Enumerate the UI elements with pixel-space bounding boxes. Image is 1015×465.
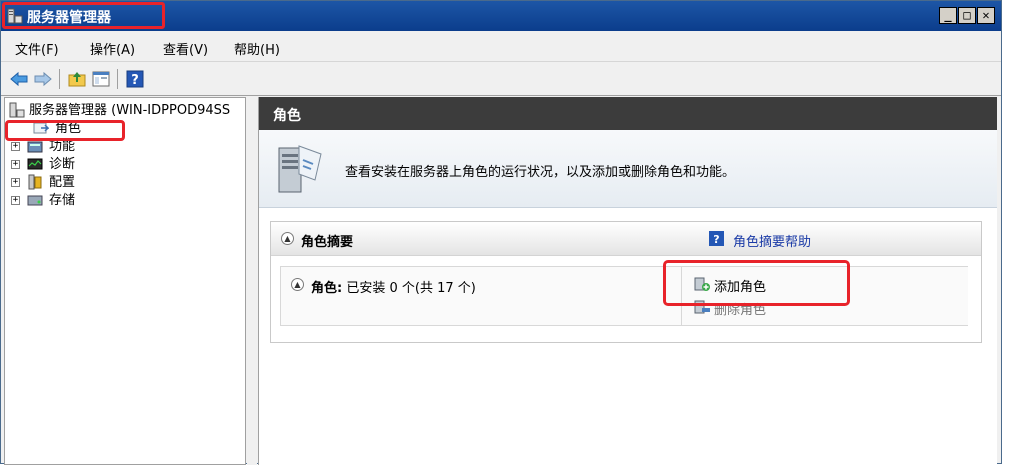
roles-highlight-box xyxy=(5,120,125,141)
tree-root-label: 服务器管理器 (WIN-IDPPOD94SS xyxy=(29,103,231,118)
expand-icon[interactable]: + xyxy=(11,142,20,151)
roles-summary-help-link[interactable]: 角色摘要帮助 xyxy=(733,231,811,250)
expand-icon[interactable]: + xyxy=(11,160,20,169)
storage-icon xyxy=(27,195,43,206)
intro-description: 查看安装在服务器上角色的运行状况，以及添加或删除角色和功能。 xyxy=(345,165,736,180)
roles-subsection: ▲ 角色: 已安装 0 个(共 17 个) 添加角色 删除角色 xyxy=(280,266,968,326)
svg-text:?: ? xyxy=(131,73,139,88)
roles-label: 角色: xyxy=(311,281,343,296)
expand-icon[interactable]: + xyxy=(11,178,20,187)
intro-banner: 查看安装在服务器上角色的运行状况，以及添加或删除角色和功能。 xyxy=(259,130,997,208)
show-hide-console-tree-icon[interactable] xyxy=(91,69,111,89)
menu-action[interactable]: 操作(A) xyxy=(90,39,135,58)
tree-item-label: 配置 xyxy=(49,175,76,190)
diagnostics-icon xyxy=(27,158,43,170)
content-title: 角色 xyxy=(273,108,301,124)
tree-item-label: 诊断 xyxy=(49,157,76,172)
content-pane: 角色 查看安装在服务器上角色的运行状况，以及添加或删除角色和功能。 ▲ 角色摘要… xyxy=(258,97,997,465)
minimize-button[interactable]: _ xyxy=(939,7,957,24)
up-folder-icon[interactable] xyxy=(67,69,87,89)
help-icon[interactable]: ? xyxy=(125,69,145,89)
maximize-button[interactable]: □ xyxy=(958,7,976,24)
toolbar-separator xyxy=(59,69,60,89)
svg-text:?: ? xyxy=(713,233,719,246)
roles-status: 已安装 0 个(共 17 个) xyxy=(346,281,476,296)
tree-item-label: 存储 xyxy=(49,193,76,208)
title-highlight-box xyxy=(2,2,165,29)
add-role-highlight-box xyxy=(663,260,850,306)
console-tree: 服务器管理器 (WIN-IDPPOD94SS 角色 + 功能 + 诊断 + 配置… xyxy=(4,97,246,465)
help-icon[interactable]: ? xyxy=(709,231,724,246)
toolbar: ? xyxy=(1,62,1001,96)
collapse-roles-icon[interactable]: ▲ xyxy=(291,278,304,291)
background-edge xyxy=(1002,0,1015,464)
server-manager-icon xyxy=(9,102,25,118)
toolbar-separator xyxy=(117,69,118,89)
window-controls: _ □ ✕ xyxy=(938,7,995,24)
menu-file[interactable]: 文件(F) xyxy=(15,39,59,58)
pane-splitter[interactable] xyxy=(247,97,257,465)
menu-help[interactable]: 帮助(H) xyxy=(234,39,280,58)
roles-status-line: 角色: 已安装 0 个(共 17 个) xyxy=(311,277,476,296)
configuration-icon xyxy=(28,174,42,190)
collapse-section-icon[interactable]: ▲ xyxy=(281,232,294,245)
server-roles-icon xyxy=(278,145,322,193)
close-button[interactable]: ✕ xyxy=(977,7,995,24)
title-bar[interactable]: 服务器管理器 _ □ ✕ xyxy=(1,1,1001,31)
menu-bar: 文件(F) 操作(A) 查看(V) 帮助(H) xyxy=(1,31,1001,62)
forward-arrow-icon[interactable] xyxy=(33,69,53,89)
roles-summary-section: ▲ 角色摘要 ? 角色摘要帮助 ▲ 角色: 已安装 0 个(共 17 个) 添加… xyxy=(270,221,982,343)
server-manager-window: 服务器管理器 _ □ ✕ 文件(F) 操作(A) 查看(V) 帮助(H) ? 服… xyxy=(0,0,1002,465)
menu-view[interactable]: 查看(V) xyxy=(163,39,208,58)
section-header: ▲ 角色摘要 ? 角色摘要帮助 xyxy=(271,222,981,256)
back-arrow-icon[interactable] xyxy=(9,69,29,89)
section-title: 角色摘要 xyxy=(301,235,354,250)
expand-icon[interactable]: + xyxy=(11,196,20,205)
content-header: 角色 xyxy=(259,97,997,130)
